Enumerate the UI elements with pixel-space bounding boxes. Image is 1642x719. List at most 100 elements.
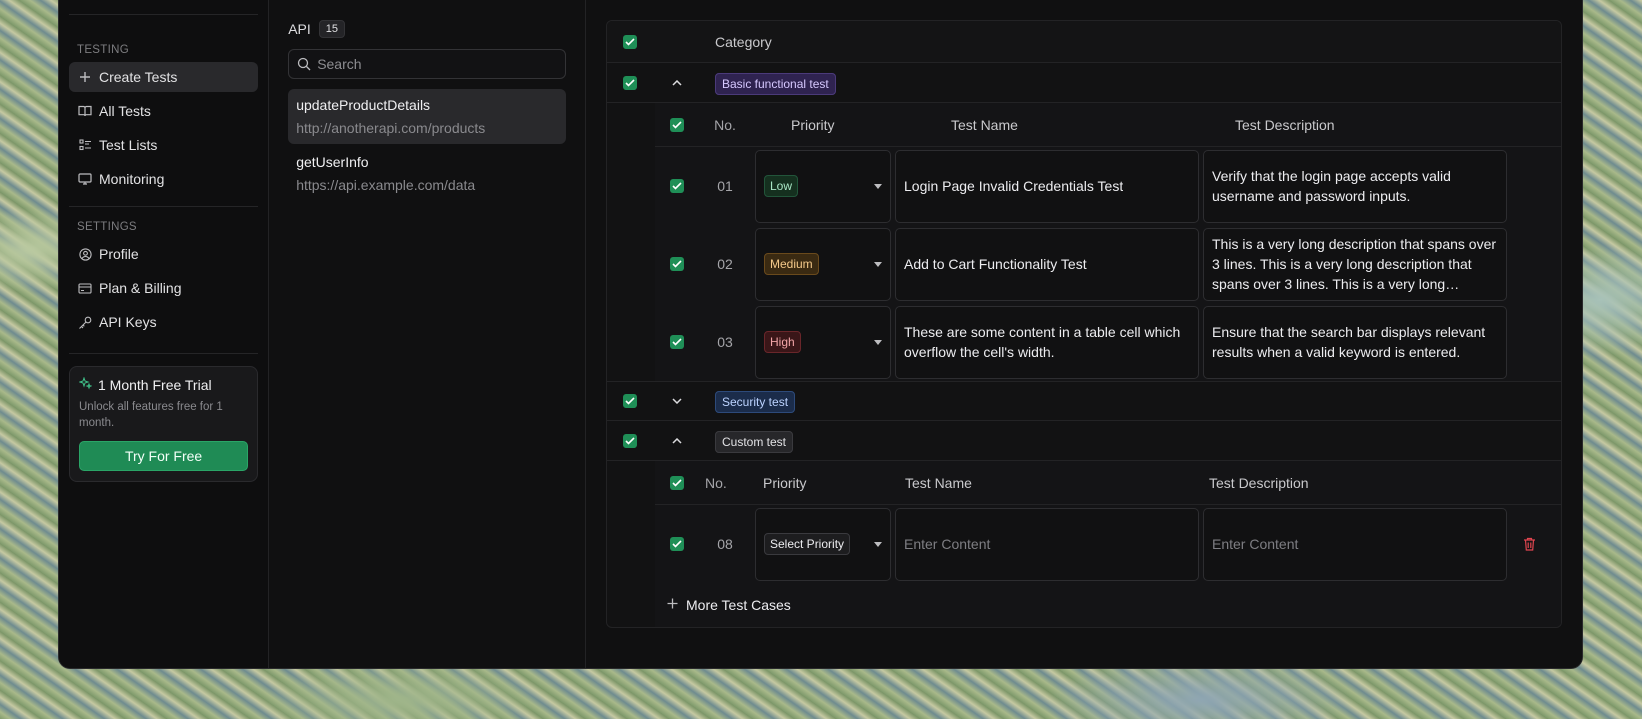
test-name-text: Login Page Invalid Credentials Test — [904, 178, 1124, 194]
priority-badge: High — [764, 331, 801, 353]
trial-title: 1 Month Free Trial — [78, 376, 248, 393]
more-test-cases-button[interactable]: More Test Cases — [607, 583, 1561, 627]
nav-item-monitoring[interactable]: Monitoring — [69, 164, 258, 194]
col-test-name: Test Name — [905, 474, 972, 491]
trial-title-text: 1 Month Free Trial — [98, 377, 212, 393]
col-test-name: Test Name — [951, 116, 1018, 133]
test-description-cell[interactable]: Verify that the login page accepts valid… — [1203, 149, 1507, 223]
test-description-cell[interactable]: This is a very long description that spa… — [1203, 227, 1507, 301]
test-table: Category Basic functional test No. Prior… — [606, 20, 1562, 628]
chevron-down-icon[interactable] — [653, 398, 701, 404]
priority-select[interactable]: Select Priority — [755, 507, 891, 581]
subtable-header: No. Priority Test Name Test Description — [655, 461, 1561, 505]
nav-label: All Tests — [99, 103, 151, 119]
category-tag: Basic functional test — [715, 72, 836, 95]
nav-item-plan-billing[interactable]: Plan & Billing — [69, 273, 258, 303]
select-all-rows-checkbox[interactable] — [670, 117, 684, 132]
chevron-up-icon[interactable] — [653, 437, 701, 444]
caret-down-icon — [874, 541, 882, 547]
table-row: 03 High These are some content in a tabl… — [655, 303, 1561, 381]
test-name-text: These are some content in a table cell w… — [904, 324, 1181, 360]
nav-item-api-keys[interactable]: API Keys — [69, 307, 258, 337]
caret-down-icon — [874, 183, 882, 189]
category-tag: Custom test — [715, 430, 794, 453]
sidebar: TESTING Create Tests All Tests Test List… — [59, 0, 270, 668]
api-title: API — [288, 21, 311, 37]
priority-select[interactable]: Low — [755, 149, 891, 223]
key-icon — [78, 315, 92, 329]
caret-down-icon — [874, 339, 882, 345]
section-label-testing: TESTING — [77, 44, 129, 56]
app-window: TESTING Create Tests All Tests Test List… — [58, 0, 1583, 669]
nav-label: Create Tests — [99, 69, 178, 85]
table-row: 01 Low Login Page Invalid Credentials Te… — [655, 147, 1561, 225]
col-priority: Priority — [763, 474, 807, 491]
test-name-cell[interactable]: Login Page Invalid Credentials Test — [895, 149, 1199, 223]
test-description-text: Verify that the login page accepts valid… — [1212, 168, 1451, 204]
trial-card: 1 Month Free Trial Unlock all features f… — [69, 366, 259, 482]
api-list-item[interactable]: getUserInfo https://api.example.com/data — [288, 146, 566, 201]
category-tag: Security test — [715, 391, 796, 413]
chevron-up-icon[interactable] — [653, 79, 701, 86]
nav-item-profile[interactable]: Profile — [69, 239, 258, 269]
nav-label: Profile — [99, 246, 139, 262]
nav-item-test-lists[interactable]: Test Lists — [69, 130, 258, 160]
user-circle-icon — [78, 247, 92, 261]
row-checkbox[interactable] — [670, 179, 684, 193]
api-count-badge: 15 — [318, 20, 346, 38]
try-for-free-button[interactable]: Try For Free — [79, 441, 249, 471]
plus-icon — [78, 70, 92, 84]
book-icon — [78, 104, 92, 118]
trash-icon[interactable] — [1523, 537, 1536, 551]
priority-badge: Low — [764, 175, 799, 197]
category-checkbox[interactable] — [623, 433, 637, 448]
row-checkbox[interactable] — [670, 537, 684, 551]
nav-label: Plan & Billing — [99, 280, 182, 296]
monitor-icon — [78, 172, 92, 186]
nav-item-all-tests[interactable]: All Tests — [69, 96, 258, 126]
category-checkbox[interactable] — [623, 75, 637, 90]
test-description-cell[interactable]: Ensure that the search bar displays rele… — [1203, 305, 1507, 379]
priority-select[interactable]: High — [755, 305, 891, 379]
list-icon — [78, 138, 92, 152]
table-row: 02 Medium Add to Cart Functionality Test… — [655, 225, 1561, 303]
category-checkbox[interactable] — [623, 394, 637, 408]
test-name-text: Add to Cart Functionality Test — [904, 256, 1087, 272]
nav-item-create-tests[interactable]: Create Tests — [69, 62, 259, 92]
test-description-text: Ensure that the search bar displays rele… — [1212, 324, 1486, 360]
select-all-rows-checkbox[interactable] — [670, 475, 684, 490]
search-input[interactable] — [317, 56, 557, 72]
api-url: https://api.example.com/data — [296, 177, 476, 193]
select-all-checkbox[interactable] — [623, 34, 637, 49]
row-number: 01 — [717, 178, 733, 194]
priority-badge: Medium — [764, 253, 819, 275]
priority-select[interactable]: Medium — [755, 227, 891, 301]
col-no: No. — [705, 474, 727, 491]
row-checkbox[interactable] — [670, 257, 684, 271]
table-header-row: Category — [607, 21, 1561, 63]
category-subtable: No. Priority Test Name Test Description … — [655, 461, 1561, 627]
col-test-description: Test Description — [1209, 474, 1309, 491]
table-row: 08 Select Priority Enter Content Enter C… — [655, 505, 1561, 583]
category-subtable: No. Priority Test Name Test Description … — [655, 103, 1561, 381]
api-list-item[interactable]: updateProductDetails http://anotherapi.c… — [288, 89, 566, 144]
trial-subtitle: Unlock all features free for 1 month. — [79, 401, 223, 429]
test-name-cell[interactable]: Add to Cart Functionality Test — [895, 227, 1199, 301]
credit-card-icon — [78, 281, 92, 295]
test-description-input[interactable]: Enter Content — [1203, 507, 1507, 581]
search-icon — [297, 57, 311, 71]
test-name-input[interactable]: Enter Content — [895, 507, 1199, 581]
test-name-cell[interactable]: These are some content in a table cell w… — [895, 305, 1199, 379]
col-no: No. — [714, 116, 736, 133]
divider — [69, 206, 259, 207]
search-box[interactable] — [288, 49, 566, 79]
col-priority: Priority — [791, 116, 835, 133]
api-url: http://anotherapi.com/products — [296, 120, 486, 136]
row-number: 02 — [717, 256, 733, 272]
row-checkbox[interactable] — [670, 335, 684, 349]
api-panel: API 15 updateProductDetails http://anoth… — [269, 0, 586, 668]
test-description-text: This is a very long description that spa… — [1212, 236, 1497, 292]
col-test-description: Test Description — [1235, 116, 1335, 133]
nav-label: Test Lists — [99, 137, 158, 153]
nav-label: API Keys — [99, 314, 157, 330]
